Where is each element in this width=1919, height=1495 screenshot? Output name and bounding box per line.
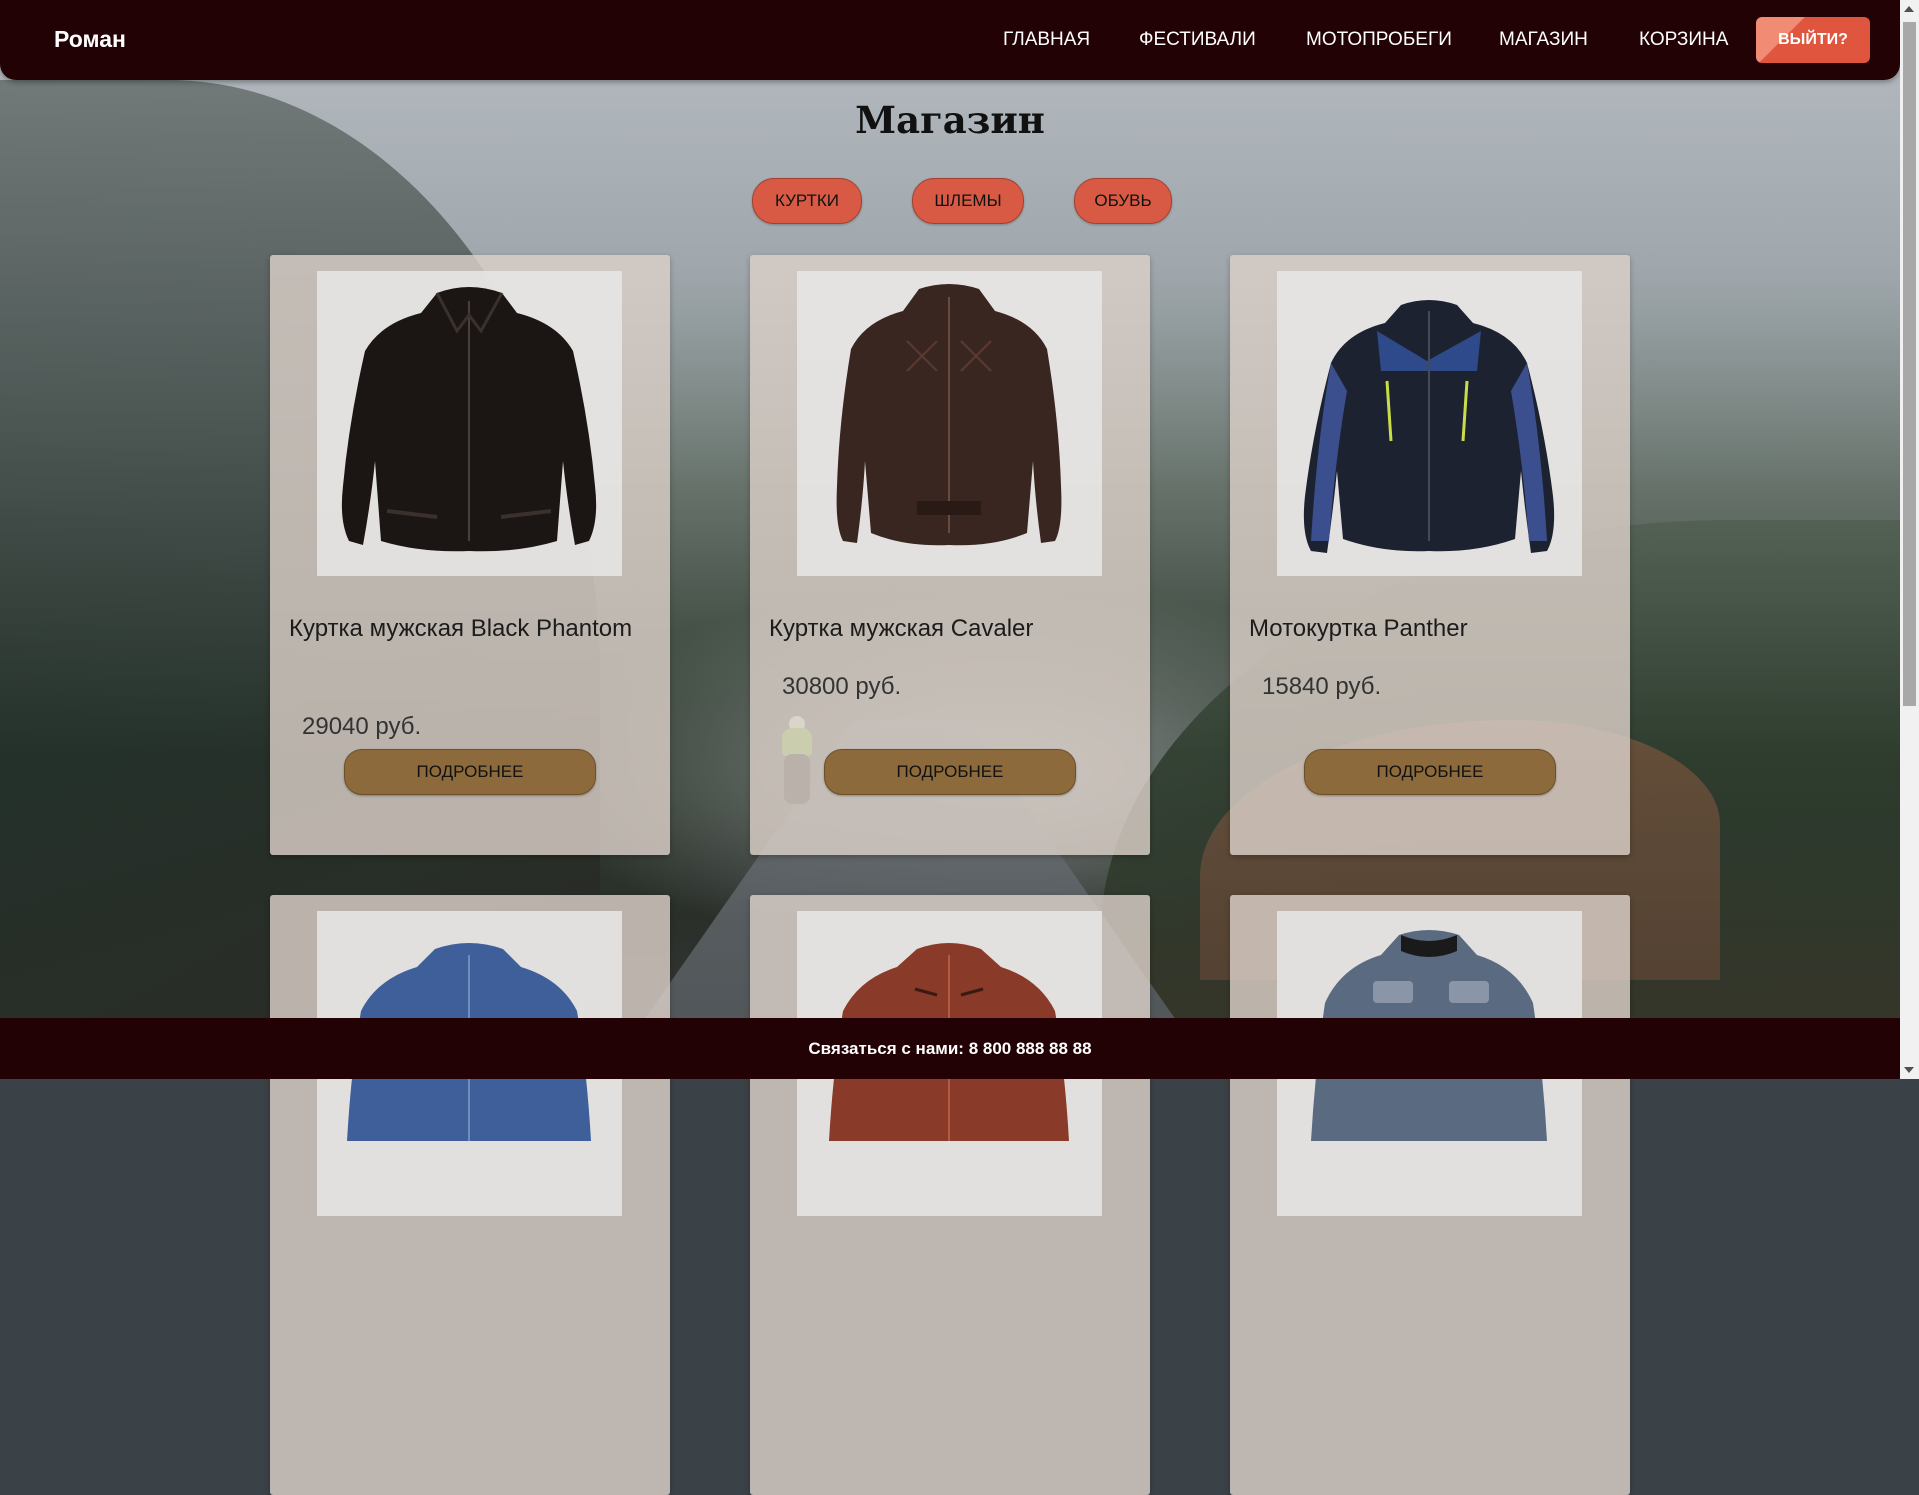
logout-button[interactable]: ВЫЙТИ? <box>1756 17 1870 63</box>
product-price: 30800 руб. <box>782 673 902 700</box>
product-title[interactable]: Куртка мужская Black Phantom <box>289 609 649 649</box>
product-card: Куртка мужская Black Phantom 29040 руб. … <box>270 255 670 855</box>
nav-cart[interactable]: КОРЗИНА <box>1639 29 1728 51</box>
brand-logo[interactable]: Роман <box>54 26 126 53</box>
page-title: Магазин <box>855 98 1045 142</box>
brown-quilted-leather-jacket-icon <box>836 284 1062 546</box>
nav-home[interactable]: ГЛАВНАЯ <box>1003 29 1090 51</box>
nav-moto-runs[interactable]: МОТОПРОБЕГИ <box>1306 29 1452 51</box>
product-title[interactable]: Мотокуртка Panther <box>1249 609 1609 649</box>
black-blue-textile-moto-jacket-icon <box>1303 300 1555 553</box>
vertical-scrollbar[interactable] <box>1900 0 1919 1079</box>
product-card <box>1230 895 1630 1495</box>
filter-jackets-button[interactable]: КУРТКИ <box>752 178 862 224</box>
footer-contact: Связаться с нами: 8 800 888 88 88 <box>0 1018 1900 1079</box>
filter-shoes-button[interactable]: ОБУВЬ <box>1074 178 1172 224</box>
nav-shop[interactable]: МАГАЗИН <box>1499 29 1588 51</box>
scroll-up-arrow-icon[interactable] <box>1904 6 1914 12</box>
filter-helmets-button[interactable]: ШЛЕМЫ <box>912 178 1024 224</box>
top-navbar: Роман ГЛАВНАЯ ФЕСТИВАЛИ МОТОПРОБЕГИ МАГА… <box>0 0 1900 80</box>
scrollbar-thumb[interactable] <box>1903 22 1916 706</box>
product-card: Куртка мужская Cavaler 30800 руб. ПОДРОБ… <box>750 255 1150 855</box>
product-image[interactable] <box>317 271 622 576</box>
product-card <box>270 895 670 1495</box>
scroll-down-arrow-icon[interactable] <box>1904 1067 1914 1073</box>
product-card <box>750 895 1150 1495</box>
product-price: 15840 руб. <box>1262 673 1382 700</box>
black-leather-jacket-icon <box>341 287 597 552</box>
details-button[interactable]: ПОДРОБНЕЕ <box>344 749 596 795</box>
product-image[interactable] <box>1277 271 1582 576</box>
nav-festivals[interactable]: ФЕСТИВАЛИ <box>1139 29 1256 51</box>
product-image[interactable] <box>797 271 1102 576</box>
details-button[interactable]: ПОДРОБНЕЕ <box>1304 749 1556 795</box>
product-card: Мотокуртка Panther 15840 руб. ПОДРОБНЕЕ <box>1230 255 1630 855</box>
details-button[interactable]: ПОДРОБНЕЕ <box>824 749 1076 795</box>
product-title[interactable]: Куртка мужская Cavaler <box>769 609 1129 649</box>
product-price: 29040 руб. <box>302 713 422 740</box>
